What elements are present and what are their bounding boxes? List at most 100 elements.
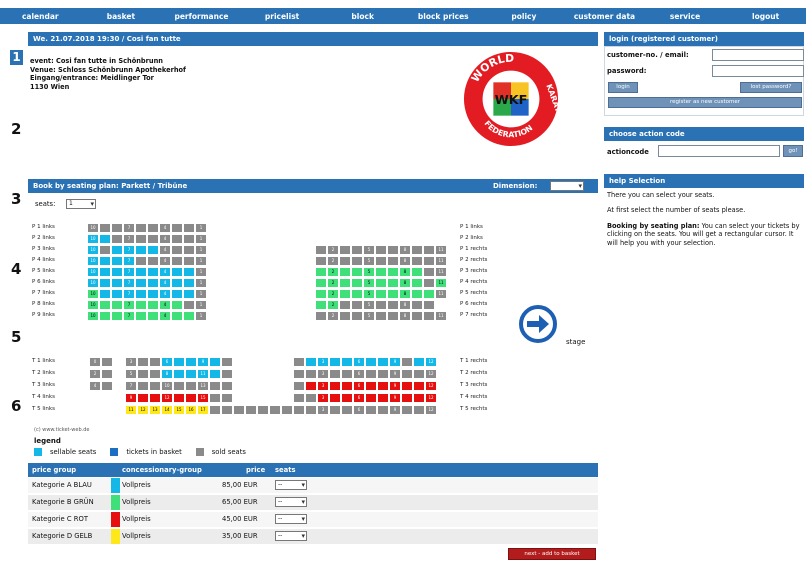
seat[interactable] [352,290,362,298]
seat[interactable] [352,246,362,254]
seat[interactable] [184,279,194,287]
seat[interactable]: 6 [162,358,172,366]
seat[interactable] [306,370,316,378]
seat[interactable]: 7 [126,382,136,390]
seat[interactable] [174,358,184,366]
seat[interactable] [376,301,386,309]
seat[interactable]: 2 [328,279,338,287]
seat[interactable] [342,394,352,402]
seat[interactable]: 9 [390,394,400,402]
seat[interactable]: 2 [328,268,338,276]
seat[interactable] [186,382,196,390]
seat[interactable] [378,382,388,390]
seat[interactable]: 3 [318,358,328,366]
seat[interactable]: 7 [124,279,134,287]
seat[interactable] [184,235,194,243]
seat[interactable] [138,394,148,402]
seat[interactable] [136,312,146,320]
seat[interactable]: 7 [124,268,134,276]
seat[interactable] [376,246,386,254]
seat[interactable] [172,246,182,254]
seat[interactable] [402,382,412,390]
seat[interactable] [210,382,220,390]
seat[interactable] [100,279,110,287]
seat[interactable] [366,358,376,366]
seat[interactable] [246,406,256,414]
seat[interactable]: 15 [174,406,184,414]
seat[interactable]: 12 [426,394,436,402]
seat[interactable] [378,358,388,366]
seat[interactable] [376,268,386,276]
seat[interactable] [210,358,220,366]
seat[interactable] [340,279,350,287]
seat[interactable] [112,312,122,320]
seat[interactable] [376,257,386,265]
seat[interactable] [412,290,422,298]
seat[interactable] [100,290,110,298]
seat[interactable] [174,370,184,378]
seat[interactable] [148,290,158,298]
seat[interactable] [270,406,280,414]
seat[interactable] [424,301,434,309]
seat[interactable] [340,312,350,320]
seat[interactable]: 1 [196,235,206,243]
seat[interactable]: 7 [124,301,134,309]
seat[interactable]: 10 [88,224,98,232]
seat[interactable] [414,358,424,366]
seat[interactable]: 11 [436,268,446,276]
seat[interactable]: 1 [196,268,206,276]
seat[interactable]: 13 [198,382,208,390]
seat[interactable]: 8 [400,290,410,298]
seat[interactable] [294,370,304,378]
seat[interactable] [294,358,304,366]
seat[interactable] [366,370,376,378]
seat[interactable]: 12 [426,358,436,366]
seat[interactable] [414,394,424,402]
seat[interactable]: 4 [160,235,170,243]
seat[interactable]: 3 [126,358,136,366]
seats-quantity-select[interactable]: -- [275,497,307,507]
seat[interactable] [210,406,220,414]
seat[interactable] [172,301,182,309]
seat[interactable] [112,290,122,298]
seat[interactable] [112,279,122,287]
seat[interactable] [414,370,424,378]
seat[interactable] [136,257,146,265]
seat[interactable] [100,224,110,232]
seat[interactable] [148,268,158,276]
seat[interactable] [138,358,148,366]
seat[interactable] [316,279,326,287]
seat[interactable] [184,312,194,320]
seat[interactable] [388,268,398,276]
seat[interactable] [148,301,158,309]
seat[interactable]: 2 [328,290,338,298]
seat[interactable] [136,301,146,309]
seat[interactable] [378,394,388,402]
seat[interactable] [412,301,422,309]
seat[interactable]: 2 [328,246,338,254]
seat[interactable]: 2 [328,312,338,320]
seat[interactable] [388,246,398,254]
seat[interactable] [424,312,434,320]
seat[interactable] [172,224,182,232]
seat[interactable] [352,257,362,265]
seat[interactable]: 9 [390,382,400,390]
seat[interactable] [172,290,182,298]
seat[interactable] [184,268,194,276]
seat[interactable]: 7 [124,246,134,254]
seat[interactable]: 5 [364,246,374,254]
seat[interactable] [414,406,424,414]
seat[interactable]: 5 [364,279,374,287]
seat[interactable]: 6 [354,406,364,414]
seat[interactable] [306,382,316,390]
seat[interactable] [414,382,424,390]
seat[interactable] [402,406,412,414]
seat[interactable]: 1 [196,224,206,232]
seat[interactable] [150,382,160,390]
seat[interactable]: 2 [328,301,338,309]
seat[interactable]: 11 [126,406,136,414]
seat[interactable]: 6 [354,358,364,366]
seat[interactable] [184,301,194,309]
seat[interactable]: 6 [354,394,364,402]
seat[interactable] [330,394,340,402]
